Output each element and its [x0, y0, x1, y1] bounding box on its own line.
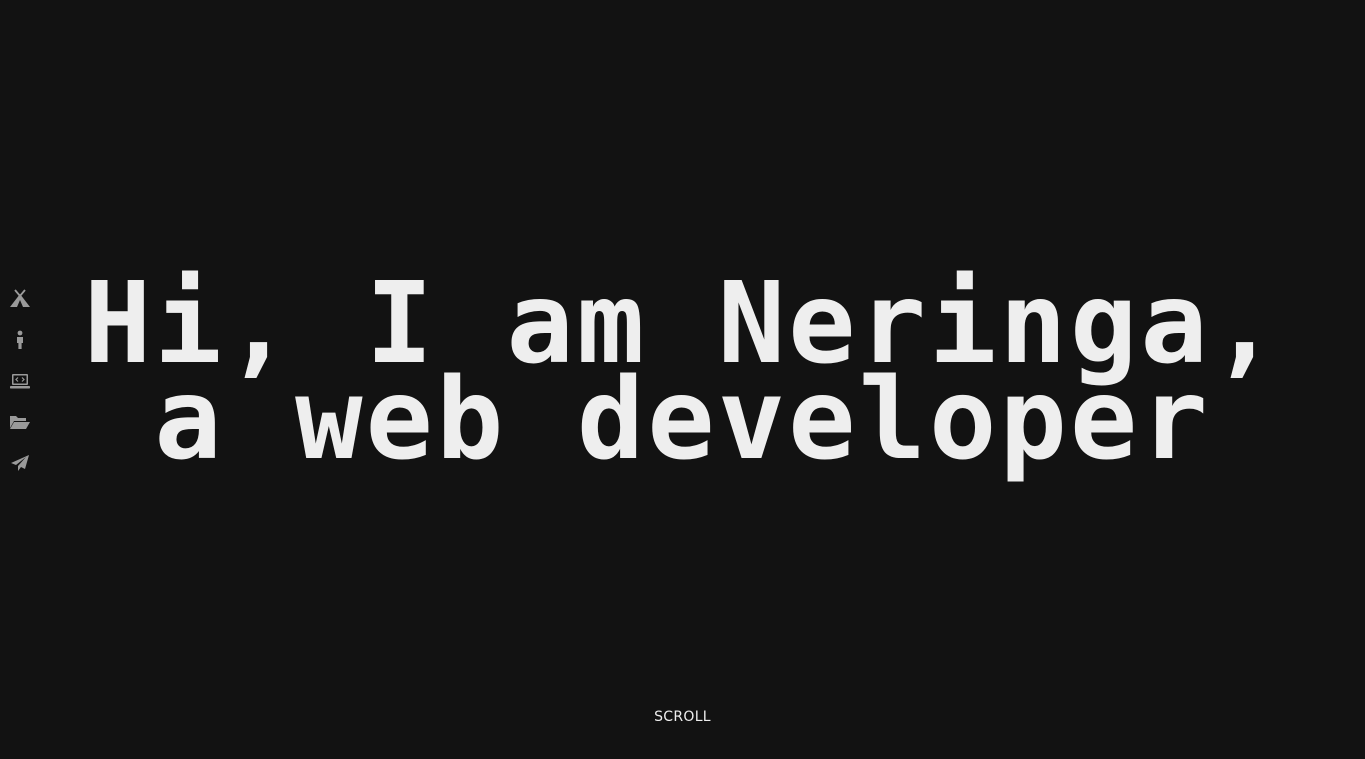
hero-heading: Hi, I am Neringa, a web developer — [0, 268, 1365, 485]
hero-line-2: a web developer — [154, 355, 1211, 485]
scroll-indicator[interactable]: SCROLL — [0, 709, 1365, 725]
